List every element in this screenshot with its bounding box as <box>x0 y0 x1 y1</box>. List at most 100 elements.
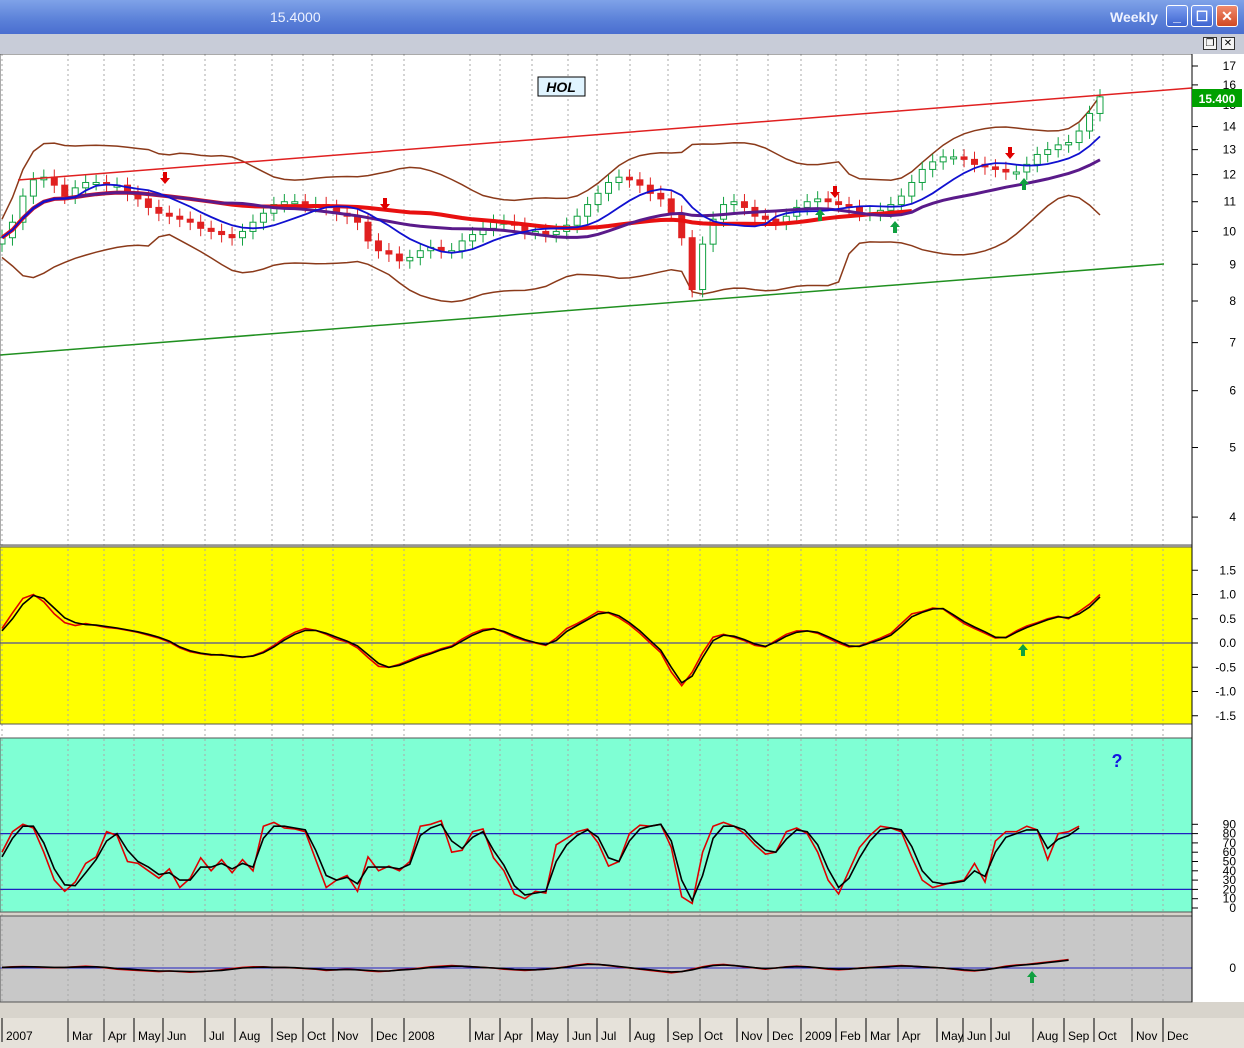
x-tick-label: Jul <box>995 1029 1010 1043</box>
candle-body <box>636 179 644 186</box>
candle-body <box>939 156 947 163</box>
maximize-button[interactable]: ☐ <box>1191 5 1213 27</box>
x-tick-label: Oct <box>307 1029 326 1043</box>
x-tick-label: Jun <box>572 1029 591 1043</box>
window-title: 15.4000 <box>270 9 321 25</box>
x-tick-label: Mar <box>72 1029 93 1043</box>
price-tick-label: 17 <box>1223 59 1237 73</box>
candle-body <box>1075 130 1083 144</box>
candle-body <box>280 201 288 206</box>
x-tick-label: Apr <box>108 1029 127 1043</box>
candle-body <box>239 230 247 239</box>
candle-body <box>1086 112 1094 132</box>
price-tick-label: 10 <box>1223 224 1237 238</box>
candle-body <box>594 192 602 206</box>
candle-body <box>165 212 173 217</box>
close-button[interactable]: ✕ <box>1216 5 1238 27</box>
candle-body <box>605 181 613 194</box>
x-tick-label: Apr <box>902 1029 921 1043</box>
x-tick-label: Dec <box>376 1029 397 1043</box>
x-tick-label: Jul <box>209 1029 224 1043</box>
last-price-label: 15.400 <box>1199 92 1236 106</box>
macd-tick-label: 1.0 <box>1219 588 1236 602</box>
candle-body <box>197 221 205 229</box>
candle-body <box>678 212 686 239</box>
x-tick-label: Nov <box>337 1029 358 1043</box>
oscillator-panel <box>0 916 1192 1002</box>
price-tick-label: 12 <box>1223 168 1237 182</box>
restore-icon[interactable]: ❐ <box>1203 37 1217 50</box>
x-tick-label: Jun <box>167 1029 186 1043</box>
close-icon[interactable]: ✕ <box>1221 37 1235 50</box>
x-tick-label: Sep <box>672 1029 694 1043</box>
candle-body <box>950 156 958 160</box>
x-tick-label: May <box>138 1029 161 1043</box>
x-tick-label: Feb <box>840 1029 861 1043</box>
price-tick-label: 4 <box>1229 510 1236 524</box>
x-tick-label: Nov <box>1136 1029 1157 1043</box>
price-tick-label: 5 <box>1229 441 1236 455</box>
candle-body <box>772 218 780 223</box>
price-tick-label: 14 <box>1223 120 1237 134</box>
candle-body <box>155 206 163 214</box>
candle-body <box>761 215 769 220</box>
price-tick-label: 11 <box>1224 195 1237 209</box>
candle-body <box>897 195 905 206</box>
minimize-button[interactable]: _ <box>1166 5 1188 27</box>
candle-body <box>61 184 69 197</box>
candle-body <box>1044 149 1052 155</box>
candle-body <box>469 234 477 242</box>
candle-body <box>740 201 748 208</box>
candle-body <box>971 158 979 165</box>
candle-body <box>50 176 58 186</box>
macd-tick-label: 1.5 <box>1219 563 1236 577</box>
candle-body <box>291 201 299 205</box>
y-axis-strip <box>1192 54 1244 1002</box>
candle-body <box>1002 168 1010 173</box>
macd-tick-label: -0.5 <box>1215 660 1236 674</box>
candle-body <box>699 243 707 291</box>
x-tick-label: Mar <box>474 1029 495 1043</box>
price-tick-label: 9 <box>1229 257 1236 271</box>
candle-body <box>1054 144 1062 151</box>
x-tick-label: May <box>941 1029 964 1043</box>
candle-body <box>929 161 937 170</box>
x-tick-label: 2007 <box>6 1029 33 1043</box>
price-tick-label: 13 <box>1223 143 1237 157</box>
candle-body <box>688 237 696 291</box>
price-tick-label: 6 <box>1229 384 1236 398</box>
candle-body <box>730 201 738 206</box>
price-tick-label: 7 <box>1229 336 1236 350</box>
candle-body <box>1065 142 1073 146</box>
candle-body <box>416 250 424 258</box>
osc-tick-label: 0 <box>1229 961 1236 975</box>
x-tick-label: Jun <box>967 1029 986 1043</box>
symbol-label: HOL <box>546 79 576 95</box>
timeframe-label: Weekly <box>1110 9 1158 25</box>
candle-body <box>615 176 623 183</box>
candle-body <box>667 198 675 214</box>
price-tick-label: 8 <box>1229 294 1236 308</box>
window-titlebar: 15.4000 Weekly _ ☐ ✕ <box>0 0 1244 34</box>
candle-body <box>374 240 382 252</box>
candle-body <box>1033 153 1041 165</box>
x-tick-label: Dec <box>772 1029 793 1043</box>
x-tick-label: Aug <box>1037 1029 1058 1043</box>
question-annotation: ? <box>1112 751 1123 771</box>
candle-body <box>991 166 999 170</box>
candle-body <box>552 230 560 236</box>
candle-body <box>573 215 581 226</box>
x-tick-label: Sep <box>1068 1029 1090 1043</box>
candle-body <box>385 250 393 255</box>
candle-body <box>584 204 592 217</box>
panel-divider <box>0 724 1192 738</box>
candle-body <box>720 204 728 220</box>
candle-body <box>82 181 90 189</box>
stoch-tick-label: 0 <box>1229 901 1236 915</box>
macd-tick-label: 0.5 <box>1219 612 1236 626</box>
candle-body <box>657 192 665 200</box>
candle-body <box>144 198 152 208</box>
candle-body <box>249 221 257 232</box>
macd-tick-label: -1.5 <box>1215 709 1236 723</box>
candle-body <box>835 201 843 206</box>
